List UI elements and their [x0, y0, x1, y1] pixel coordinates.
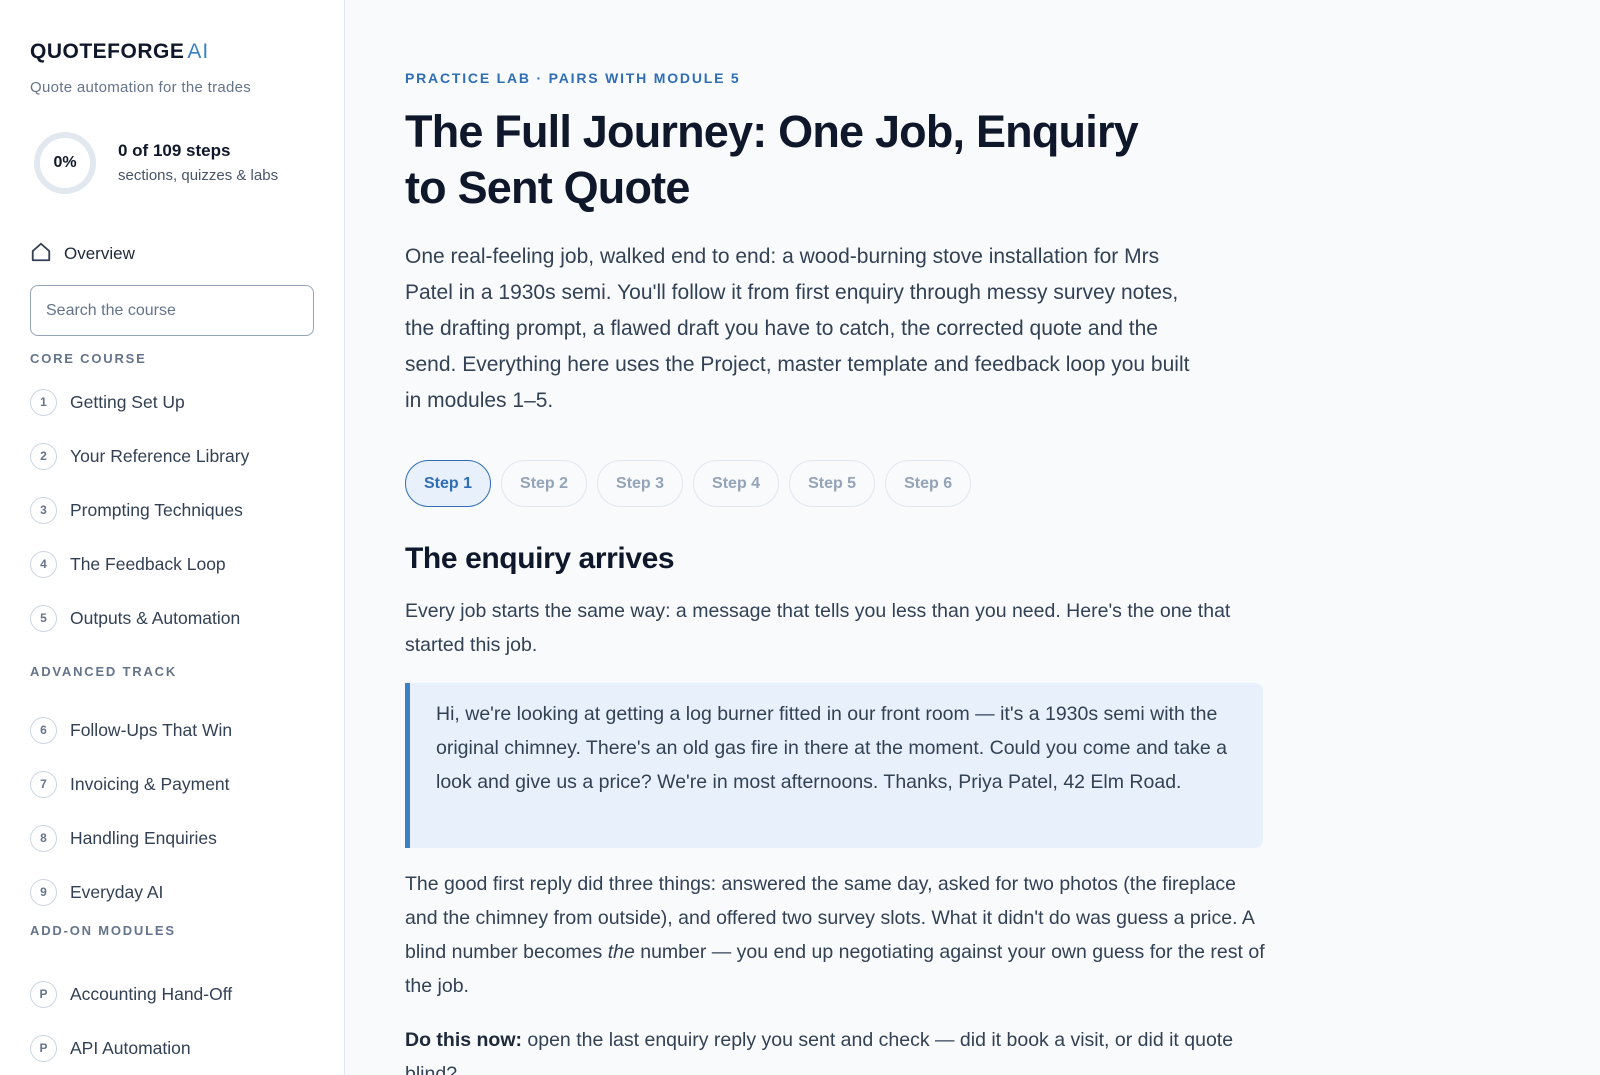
module-number-badge: 1 — [30, 388, 57, 416]
sidebar-item-label: Invoicing & Payment — [70, 773, 230, 794]
module-number-badge: 4 — [30, 550, 57, 578]
module-number-badge: 8 — [30, 824, 57, 852]
addon-modules-heading: ADD-ON MODULES — [30, 923, 176, 938]
module-number-badge: 3 — [30, 496, 57, 524]
tab-step-3[interactable]: Step 3 — [597, 460, 684, 507]
step-paragraph: Every job starts the same way: a message… — [405, 600, 1231, 656]
brand-suffix: AI — [187, 40, 210, 63]
module-number-badge: 9 — [30, 878, 57, 906]
sidebar-item-label: Accounting Hand-Off — [70, 983, 233, 1004]
sidebar-item-label: Everyday AI — [70, 881, 164, 902]
lesson-eyebrow: PRACTICE LAB · PAIRS WITH MODULE 5 — [405, 70, 741, 86]
sidebar-item-label: Follow-Ups That Win — [70, 719, 233, 740]
tab-step-5[interactable]: Step 5 — [789, 460, 876, 507]
do-this-now-text: open the last enquiry reply you sent and… — [405, 1029, 1234, 1075]
module-number-badge: P — [30, 1034, 57, 1062]
progress-summary: 0 of 109 steps — [118, 141, 231, 160]
enquiry-quote: Hi, we're looking at getting a log burne… — [405, 683, 1263, 848]
sidebar-item-label: Your Reference Library — [70, 445, 250, 466]
advanced-track-heading: ADVANCED TRACK — [30, 664, 178, 679]
sidebar-item-everyday-ai[interactable]: 9 Everyday AI — [30, 877, 163, 907]
home-icon — [30, 241, 52, 268]
do-this-now-label: Do this now: — [405, 1029, 522, 1051]
tab-step-6[interactable]: Step 6 — [885, 460, 972, 507]
brand-logo[interactable]: QUOTEFORGE AI — [30, 40, 209, 64]
progress-detail: sections, quizzes & labs — [118, 167, 279, 184]
sidebar-item-getting-set-up[interactable]: 1 Getting Set Up — [30, 387, 185, 417]
module-number-badge: P — [30, 980, 57, 1008]
search-input[interactable] — [30, 285, 314, 336]
step-tabs: Step 1 Step 2 Step 3 Step 4 Step 5 Step 6 — [405, 460, 972, 507]
enquiry-quote-text: Hi, we're looking at getting a log burne… — [436, 703, 1228, 793]
sidebar-item-api-automation[interactable]: P API Automation — [30, 1033, 191, 1063]
sidebar-item-label: Handling Enquiries — [70, 827, 217, 848]
tab-step-1[interactable]: Step 1 — [405, 460, 492, 507]
module-number-badge: 6 — [30, 716, 57, 744]
module-number-badge: 7 — [30, 770, 57, 798]
sidebar-item-your-reference-library[interactable]: 2 Your Reference Library — [30, 441, 249, 471]
sidebar-item-label: Outputs & Automation — [70, 607, 241, 628]
module-number-badge: 5 — [30, 604, 57, 632]
progress-ring: 0% — [34, 132, 96, 194]
sidebar-item-follow-ups-that-win[interactable]: 6 Follow-Ups That Win — [30, 715, 232, 745]
sidebar-item-outputs-automation[interactable]: 5 Outputs & Automation — [30, 603, 240, 633]
sidebar: QUOTEFORGE AI Quote automation for the tr… — [0, 0, 345, 1075]
sidebar-item-invoicing-payment[interactable]: 7 Invoicing & Payment — [30, 769, 230, 799]
sidebar-item-prompting-techniques[interactable]: 3 Prompting Techniques — [30, 495, 243, 525]
sidebar-item-the-feedback-loop[interactable]: 4 The Feedback Loop — [30, 549, 226, 579]
module-number-badge: 2 — [30, 442, 57, 470]
progress-percent: 0% — [53, 154, 77, 171]
step-title: The enquiry arrives — [405, 542, 675, 575]
sidebar-item-handling-enquiries[interactable]: 8 Handling Enquiries — [30, 823, 217, 853]
sidebar-item-label: Getting Set Up — [70, 391, 185, 412]
tab-step-2[interactable]: Step 2 — [501, 460, 588, 507]
sidebar-item-label: API Automation — [70, 1037, 191, 1058]
overview-link[interactable]: Overview — [30, 241, 135, 267]
do-this-now-paragraph: Do this now: open the last enquiry reply… — [405, 1023, 1265, 1075]
reply-paragraph: The good first reply did three things: a… — [405, 867, 1265, 1003]
lesson-intro: One real-feeling job, walked end to end:… — [405, 245, 1190, 412]
brand-tagline: Quote automation for the trades — [30, 79, 252, 96]
sidebar-item-label: Prompting Techniques — [70, 499, 243, 520]
brand-name: QUOTEFORGE — [30, 40, 185, 63]
sidebar-item-accounting-hand-off[interactable]: P Accounting Hand-Off — [30, 979, 232, 1009]
core-course-heading: CORE COURSE — [30, 351, 147, 366]
sidebar-item-label: The Feedback Loop — [70, 553, 226, 574]
page-title: The Full Journey: One Job, Enquiry to Se… — [405, 106, 1139, 213]
reply-emphasis: the — [607, 941, 635, 963]
overview-label: Overview — [64, 244, 135, 263]
tab-step-4[interactable]: Step 4 — [693, 460, 780, 507]
